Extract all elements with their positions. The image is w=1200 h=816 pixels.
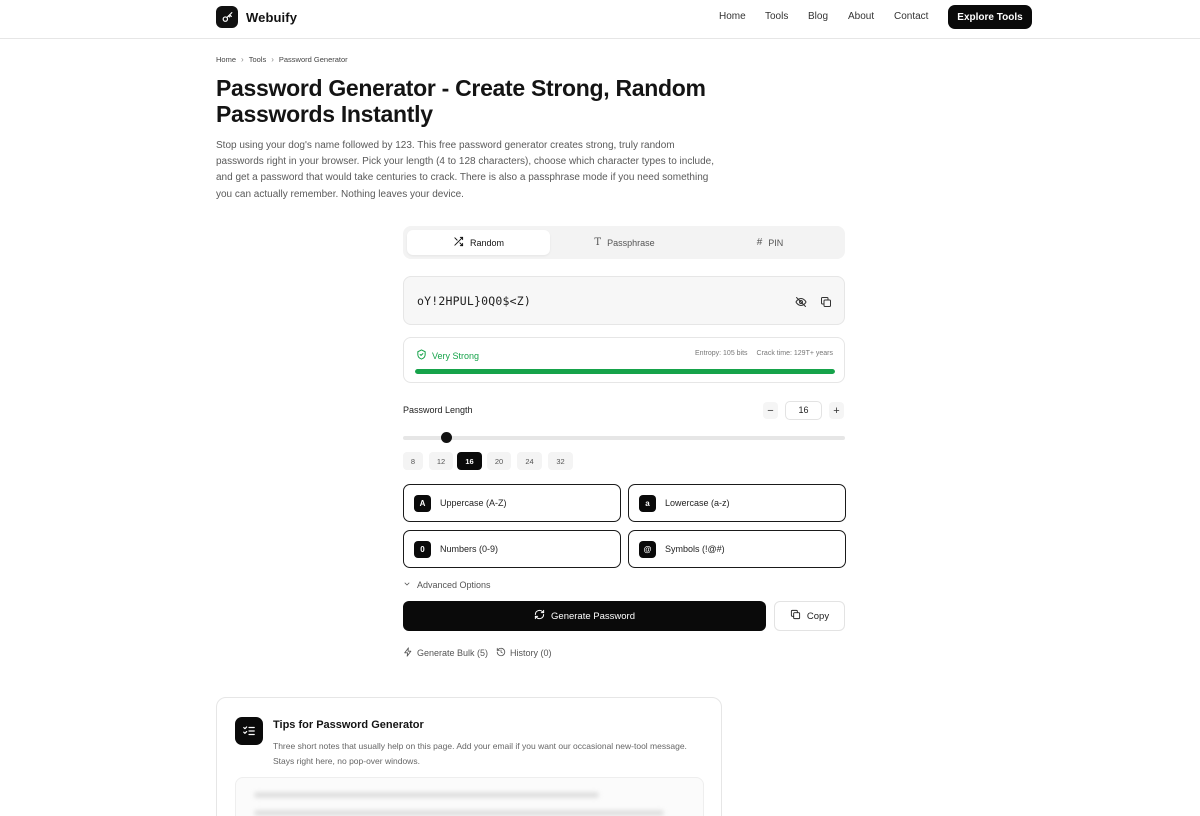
nav-home[interactable]: Home <box>719 11 746 22</box>
chevron-down-icon <box>403 580 411 590</box>
password-output: oY!2HPUL}0Q0$<Z) <box>403 276 845 325</box>
history-icon <box>496 647 506 659</box>
strength-text: Very Strong <box>432 350 480 361</box>
uppercase-badge: A <box>414 494 431 512</box>
key-icon <box>216 6 238 28</box>
tips-card: Tips for Password Generator Three short … <box>216 697 722 816</box>
preset-24[interactable]: 24 <box>517 452 542 470</box>
option-numbers[interactable]: 0 Numbers (0-9) <box>403 530 621 568</box>
lowercase-badge: a <box>639 494 656 512</box>
checklist-icon <box>235 717 263 745</box>
preset-12[interactable]: 12 <box>429 452 453 470</box>
advanced-options-label: Advanced Options <box>417 580 491 590</box>
page-title: Password Generator - Create Strong, Rand… <box>216 75 706 127</box>
preset-8[interactable]: 8 <box>403 452 423 470</box>
tab-random[interactable]: Random <box>407 230 550 255</box>
length-input[interactable]: 16 <box>785 401 822 420</box>
tips-title: Tips for Password Generator <box>273 719 424 731</box>
lightning-icon <box>403 647 413 659</box>
nav-contact[interactable]: Contact <box>894 11 928 22</box>
symbols-badge: @ <box>639 540 656 558</box>
generate-password-button[interactable]: Generate Password <box>403 601 766 631</box>
blurred-line <box>254 792 599 798</box>
strength-meter: Very Strong Entropy: 105 bits Crack time… <box>403 337 845 383</box>
strength-bar <box>415 369 835 374</box>
entropy-value: Entropy: 105 bits <box>695 350 748 357</box>
option-label: Uppercase (A-Z) <box>440 498 507 508</box>
decrease-length-button[interactable]: − <box>763 402 778 419</box>
tips-content-blurred <box>235 777 704 816</box>
text-icon: T <box>594 237 602 248</box>
refresh-icon <box>534 609 545 623</box>
increase-length-button[interactable]: + <box>829 402 844 419</box>
brand-name: Webuify <box>246 9 298 25</box>
option-uppercase[interactable]: A Uppercase (A-Z) <box>403 484 621 522</box>
explore-tools-button[interactable]: Explore Tools <box>948 5 1032 29</box>
generate-label: Generate Password <box>551 610 635 622</box>
generate-bulk-label: Generate Bulk (5) <box>417 648 489 658</box>
history-label: History (0) <box>510 648 552 658</box>
eye-off-icon[interactable] <box>794 295 808 309</box>
option-label: Symbols (!@#) <box>665 544 725 554</box>
brand-logo[interactable]: Webuify <box>216 6 297 28</box>
copy-button[interactable]: Copy <box>774 601 845 631</box>
numbers-badge: 0 <box>414 540 431 558</box>
copy-icon <box>790 609 801 623</box>
length-slider-thumb[interactable] <box>440 432 452 443</box>
length-slider[interactable] <box>403 436 845 440</box>
shield-check-icon <box>416 349 427 362</box>
length-label: Password Length <box>403 405 473 415</box>
tab-passphrase[interactable]: T Passphrase <box>553 230 696 255</box>
generate-bulk-link[interactable]: Generate Bulk (5) <box>403 647 488 659</box>
shuffle-icon <box>453 236 464 249</box>
password-value[interactable]: oY!2HPUL}0Q0$<Z) <box>417 294 531 308</box>
copy-icon[interactable] <box>819 295 833 309</box>
chevron-right-icon: › <box>241 55 244 64</box>
chevron-right-icon: › <box>271 55 274 64</box>
tab-pin[interactable]: # PIN <box>699 230 841 255</box>
strength-label: Very Strong <box>416 349 479 362</box>
breadcrumb-tools[interactable]: Tools <box>249 55 267 64</box>
copy-label: Copy <box>806 610 830 622</box>
page-intro: Stop using your dog's name followed by 1… <box>216 140 715 200</box>
preset-20[interactable]: 20 <box>487 452 511 470</box>
breadcrumb-current: Password Generator <box>278 55 348 64</box>
breadcrumb: Home › Tools › Password Generator <box>216 55 348 64</box>
nav-about[interactable]: About <box>848 11 874 22</box>
option-label: Numbers (0-9) <box>440 544 499 554</box>
mode-tabs: Random T Passphrase # PIN <box>403 226 845 259</box>
nav-tools[interactable]: Tools <box>765 11 788 22</box>
history-link[interactable]: History (0) <box>496 647 552 659</box>
strength-bar-fill <box>415 369 835 374</box>
preset-32[interactable]: 32 <box>548 452 573 470</box>
strength-meta: Entropy: 105 bits Crack time: 129T+ year… <box>695 350 833 357</box>
crack-time-value: Crack time: 129T+ years <box>756 350 833 357</box>
option-label: Lowercase (a-z) <box>665 498 730 508</box>
option-symbols[interactable]: @ Symbols (!@#) <box>628 530 846 568</box>
tips-description: Three short notes that usually help on t… <box>273 741 687 766</box>
tab-label: Random <box>469 237 505 248</box>
tab-label: PIN <box>768 237 784 248</box>
blurred-line <box>254 810 664 816</box>
breadcrumb-home[interactable]: Home <box>216 55 236 64</box>
hash-icon: # <box>756 237 763 248</box>
advanced-options-toggle[interactable]: Advanced Options <box>403 580 491 590</box>
option-lowercase[interactable]: a Lowercase (a-z) <box>628 484 846 522</box>
secondary-actions: Generate Bulk (5) History (0) <box>403 647 552 659</box>
tab-label: Passphrase <box>607 237 655 248</box>
nav-blog[interactable]: Blog <box>808 11 828 22</box>
site-header: Webuify Home Tools Blog About Contact Ex… <box>0 0 1200 39</box>
preset-16[interactable]: 16 <box>457 452 482 470</box>
